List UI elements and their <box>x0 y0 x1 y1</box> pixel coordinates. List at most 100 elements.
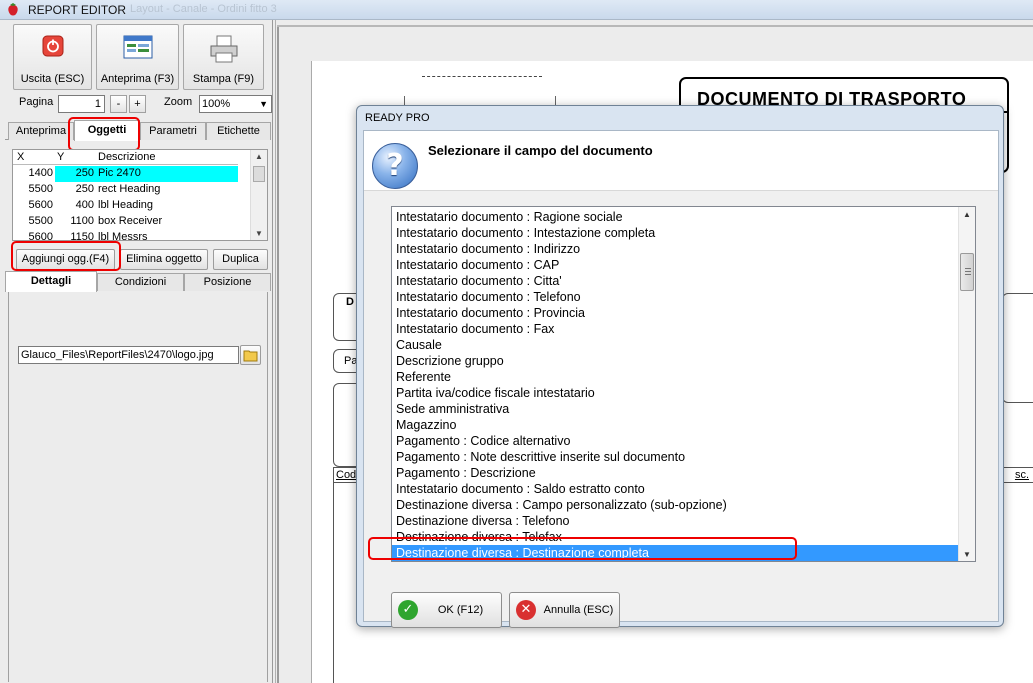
cell-desc: lbl Messrs <box>98 231 148 241</box>
cell-desc: lbl Heading <box>98 199 154 211</box>
cell-desc: box Receiver <box>98 215 163 227</box>
folder-icon <box>243 350 257 362</box>
preview-window-icon <box>123 35 152 59</box>
field-list[interactable]: Intestatario documento : Ragione sociale… <box>391 206 976 562</box>
annotation-highlight-oggetti <box>68 117 140 151</box>
page-minus-button[interactable]: - <box>110 95 127 113</box>
panel-divider <box>272 20 273 683</box>
list-item[interactable]: Intestatario documento : Ragione sociale <box>392 209 958 225</box>
list-item[interactable]: Descrizione gruppo <box>392 353 958 369</box>
page-plus-button[interactable]: + <box>129 95 146 113</box>
table-row[interactable]: 1400 250 Pic 2470 <box>13 166 238 182</box>
scroll-thumb[interactable] <box>960 253 974 291</box>
list-item[interactable]: Destinazione diversa : Campo personalizz… <box>392 497 958 513</box>
list-item[interactable]: Intestatario documento : Fax <box>392 321 958 337</box>
page-label: Pagina <box>19 96 54 108</box>
col-descrizione: Descrizione <box>98 151 156 163</box>
table-header: X Y Descrizione <box>13 150 238 165</box>
tab-parametri[interactable]: Parametri <box>140 122 206 140</box>
list-item[interactable]: Intestatario documento : Citta' <box>392 273 958 289</box>
browse-button[interactable] <box>240 345 261 365</box>
list-item[interactable]: Sede amministrativa <box>392 401 958 417</box>
scroll-down-icon[interactable]: ▼ <box>959 550 975 559</box>
window-ghost-text: Layout - Canale - Ordini fitto 3 <box>130 3 277 15</box>
list-item[interactable]: Intestatario documento : Intestazione co… <box>392 225 958 241</box>
exit-button[interactable]: Uscita (ESC) <box>13 24 92 90</box>
list-item[interactable]: Magazzino <box>392 417 958 433</box>
ok-button[interactable]: ✓ OK (F12) <box>391 592 502 628</box>
cell-x: 5600 <box>28 199 53 211</box>
list-item[interactable]: Referente <box>392 369 958 385</box>
cell-y: 400 <box>75 199 94 211</box>
preview-label: Anteprima (F3) <box>100 73 175 85</box>
list-item[interactable]: Intestatario documento : Saldo estratto … <box>392 481 958 497</box>
cell-y: 1150 <box>70 231 94 241</box>
scroll-down-icon[interactable]: ▼ <box>251 229 267 238</box>
printer-icon <box>210 35 237 63</box>
list-item[interactable]: Intestatario documento : Indirizzo <box>392 241 958 257</box>
zoom-value: 100% <box>202 98 231 110</box>
list-item[interactable]: Intestatario documento : CAP <box>392 257 958 273</box>
canvas-ruler <box>277 25 1033 27</box>
objects-table[interactable]: X Y Descrizione 1400 250 Pic 2470 5500 2… <box>12 149 268 241</box>
thumb-grip <box>965 274 971 275</box>
print-button[interactable]: Stampa (F9) <box>183 24 264 90</box>
dialog-question: Selezionare il campo del documento <box>428 143 653 158</box>
duplicate-button[interactable]: Duplica <box>213 249 268 270</box>
ok-label: OK (F12) <box>437 604 484 616</box>
tab-anteprima[interactable]: Anteprima <box>8 122 74 140</box>
question-icon: ? <box>372 143 418 189</box>
tab-posizione[interactable]: Posizione <box>184 273 271 291</box>
zoom-label: Zoom <box>164 96 193 108</box>
thumb-grip <box>965 268 971 269</box>
list-item[interactable]: Causale <box>392 337 958 353</box>
list-item[interactable]: Pagamento : Codice alternativo <box>392 433 958 449</box>
scroll-up-icon[interactable]: ▲ <box>959 210 975 219</box>
tab-etichette[interactable]: Etichette <box>206 122 271 140</box>
tab-dettagli[interactable]: Dettagli <box>5 271 97 292</box>
detail-tabs: Dettagli Condizioni Posizione <box>5 271 271 292</box>
list-scrollbar[interactable]: ▲ ▼ <box>958 207 975 561</box>
cell-y: 250 <box>57 167 94 179</box>
window-title: REPORT EDITOR <box>28 3 127 17</box>
list-item[interactable]: Partita iva/codice fiscale intestatario <box>392 385 958 401</box>
scroll-up-icon[interactable]: ▲ <box>251 152 267 161</box>
cell-y: 1100 <box>70 215 94 227</box>
code-column-label: Cod <box>336 469 357 481</box>
annotation-highlight-selected <box>368 537 797 560</box>
table-row[interactable]: 5600 400 lbl Heading <box>13 198 238 214</box>
table-row[interactable]: 5500 1100 box Receiver <box>13 214 238 230</box>
cell-x: 5600 <box>28 231 53 241</box>
list-item[interactable]: Pagamento : Descrizione <box>392 465 958 481</box>
cell-desc: Pic 2470 <box>98 167 141 179</box>
discount-column-label: sc. <box>1014 469 1029 481</box>
close-icon: ✕ <box>516 600 536 620</box>
cell-x: 5500 <box>28 215 53 227</box>
table-row[interactable]: 5600 1150 lbl Messrs <box>13 230 238 241</box>
list-item[interactable]: Intestatario documento : Provincia <box>392 305 958 321</box>
check-icon: ✓ <box>398 600 418 620</box>
receiver-label: D <box>346 296 354 308</box>
delete-object-button[interactable]: Elimina oggetto <box>120 249 208 270</box>
file-path-input[interactable]: Glauco_Files\ReportFiles\2470\logo.jpg <box>18 346 239 364</box>
preview-button[interactable]: Anteprima (F3) <box>96 24 179 90</box>
chevron-down-icon[interactable]: ▼ <box>259 96 268 112</box>
scroll-thumb[interactable] <box>253 166 265 182</box>
table-row[interactable]: 5500 250 rect Heading <box>13 182 238 198</box>
zoom-select[interactable]: 100% ▼ <box>199 95 272 113</box>
thumb-grip <box>965 271 971 272</box>
page-input[interactable]: 1 <box>58 95 105 113</box>
tab-condizioni[interactable]: Condizioni <box>97 273 184 291</box>
list-item[interactable]: Pagamento : Note descrittive inserite su… <box>392 449 958 465</box>
right-box[interactable] <box>1002 293 1033 403</box>
annotation-highlight-add <box>11 241 121 271</box>
col-y: Y <box>57 151 65 163</box>
cancel-label: Annulla (ESC) <box>543 604 614 616</box>
list-item[interactable]: Intestatario documento : Telefono <box>392 289 958 305</box>
cell-x: 5500 <box>28 183 53 195</box>
list-item[interactable]: Destinazione diversa : Telefono <box>392 513 958 529</box>
cancel-button[interactable]: ✕ Annulla (ESC) <box>509 592 620 628</box>
table-scrollbar[interactable]: ▲ ▼ <box>250 150 267 240</box>
title-bar: REPORT EDITOR Layout - Canale - Ordini f… <box>0 0 1033 20</box>
dialog-header: ? Selezionare il campo del documento <box>364 131 998 191</box>
